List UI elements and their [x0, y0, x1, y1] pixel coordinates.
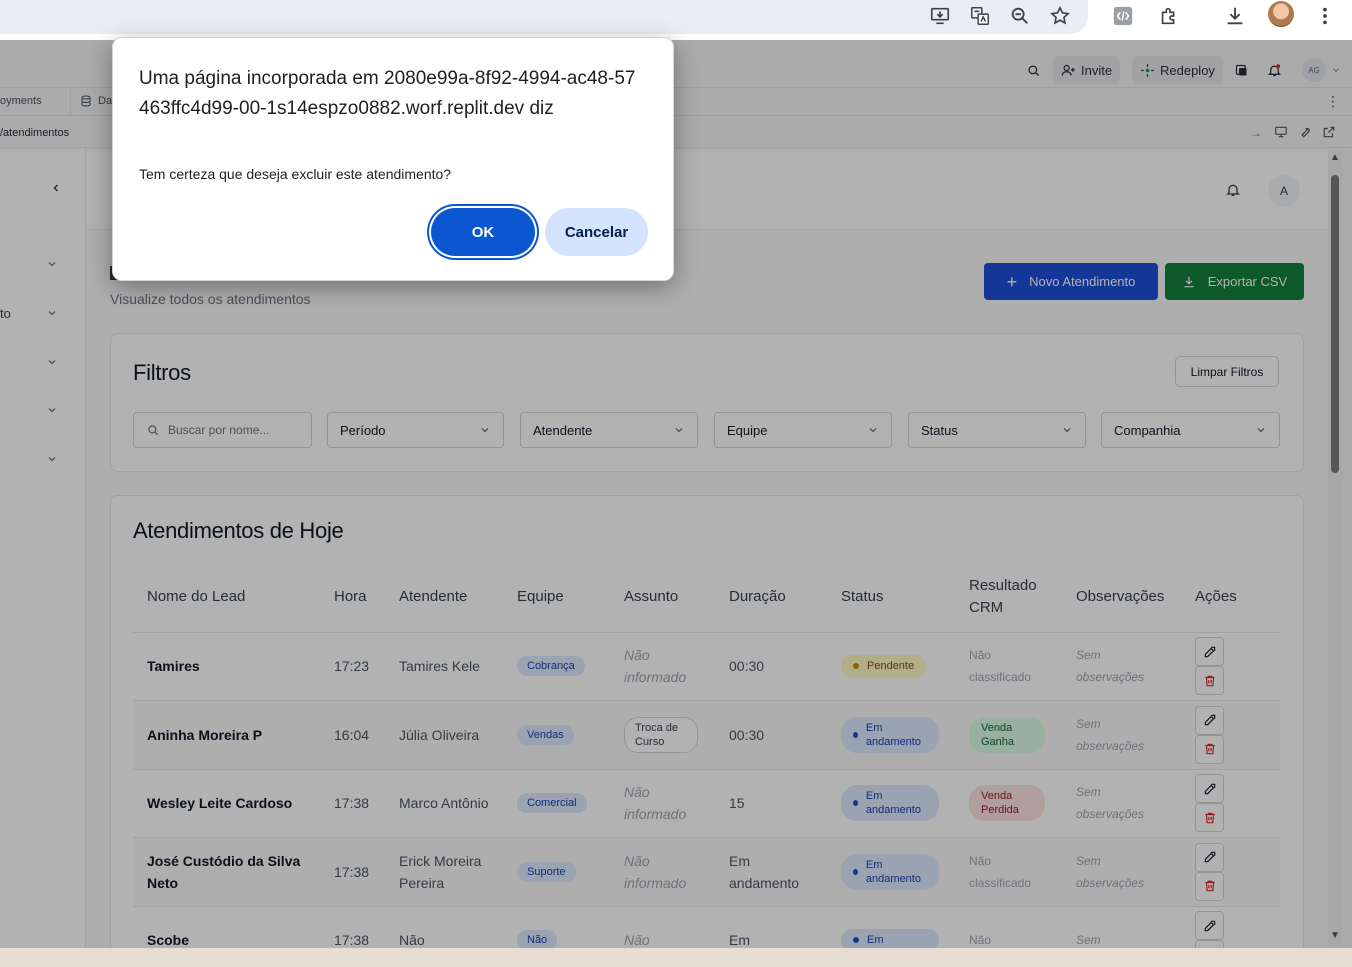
- dialog-title: Uma página incorporada em 2080e99a-8f92-…: [139, 68, 636, 119]
- confirm-dialog: Uma página incorporada em 2080e99a-8f92-…: [112, 37, 674, 281]
- zoom-icon[interactable]: [1007, 3, 1033, 29]
- cancel-button[interactable]: Cancelar: [545, 208, 648, 256]
- install-app-icon[interactable]: [927, 3, 953, 29]
- extensions-puzzle-icon[interactable]: [1156, 3, 1182, 29]
- ok-button[interactable]: OK: [431, 208, 535, 256]
- chrome-menu-icon[interactable]: [1312, 3, 1338, 29]
- translate-icon[interactable]: [967, 3, 993, 29]
- os-taskbar: [0, 948, 1352, 967]
- dialog-message: Tem certeza que deseja excluir este aten…: [139, 166, 452, 182]
- downloads-icon[interactable]: [1222, 3, 1248, 29]
- browser-toolbar: [0, 0, 1352, 40]
- bookmark-star-icon[interactable]: [1047, 3, 1073, 29]
- devtools-extension-icon[interactable]: [1110, 3, 1136, 29]
- address-bar[interactable]: [0, 0, 1088, 34]
- profile-avatar[interactable]: [1268, 1, 1294, 27]
